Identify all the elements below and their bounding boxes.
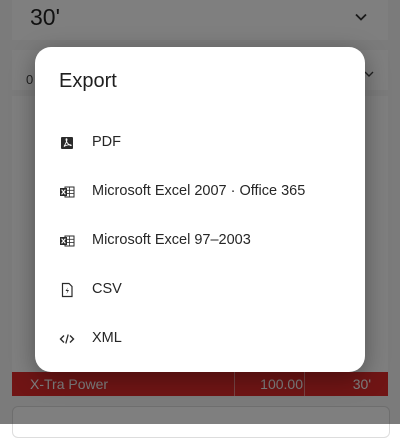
excel-icon [59, 233, 75, 249]
export-pdf-label: PDF [92, 134, 121, 150]
export-excel-2007-item[interactable]: Microsoft Excel 2007 · Office 365 [35, 170, 365, 214]
export-xml-item[interactable]: XML [35, 317, 365, 361]
export-excel-2007-label: Microsoft Excel 2007 · Office 365 [92, 183, 306, 199]
export-pdf-item[interactable]: PDF [35, 121, 365, 165]
pdf-icon [59, 135, 75, 151]
export-excel-97-item[interactable]: Microsoft Excel 97–2003 [35, 219, 365, 263]
export-excel-97-label: Microsoft Excel 97–2003 [92, 232, 251, 248]
export-csv-label: CSV [92, 281, 122, 297]
csv-file-icon [59, 282, 75, 298]
dialog-title: Export [59, 70, 117, 92]
export-dialog: Export PDF Microsoft Excel 2007 · Office… [35, 47, 365, 372]
export-csv-item[interactable]: CSV [35, 268, 365, 312]
excel-icon [59, 184, 75, 200]
export-xml-label: XML [92, 330, 122, 346]
code-icon [59, 331, 75, 347]
